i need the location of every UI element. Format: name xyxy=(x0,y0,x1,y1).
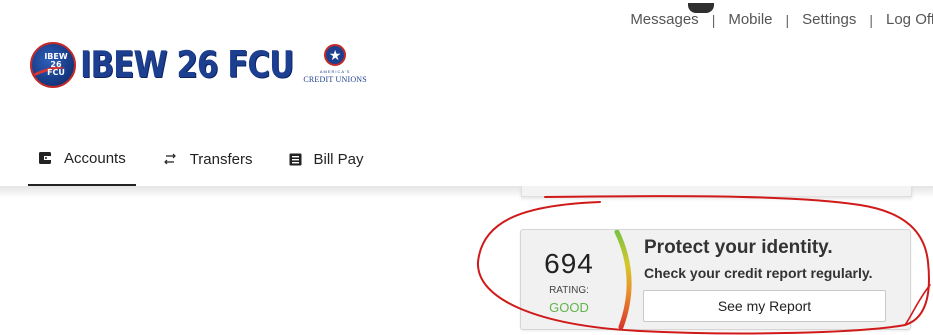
link-separator: | xyxy=(711,11,716,28)
arrows-icon xyxy=(162,153,178,165)
utility-links: Messages | Mobile | Settings | Log Off xyxy=(630,3,933,28)
logoff-link[interactable]: Log Off xyxy=(886,11,933,28)
page: Messages | Mobile | Settings | Log Off I… xyxy=(0,0,933,335)
logo-wordmark: IBEW 26 FCU xyxy=(80,43,294,87)
brand-logo[interactable]: IBEW 26 FCU IBEW 26 FCU ★ AMERICA'S CRED… xyxy=(30,42,367,88)
tab-label: Bill Pay xyxy=(313,150,364,168)
logo-seal-icon: IBEW 26 FCU xyxy=(30,42,76,88)
star-icon: ★ xyxy=(324,44,347,66)
tab-accounts[interactable]: Accounts xyxy=(28,140,136,186)
main-nav: Accounts Transfers Bill Pay xyxy=(28,140,390,186)
tab-label: Transfers xyxy=(189,150,253,168)
tab-label: Accounts xyxy=(64,149,126,167)
cu-text: CREDIT UNIONS xyxy=(303,75,367,84)
score-block: 694 RATING: GOOD xyxy=(521,230,633,329)
link-separator: | xyxy=(785,11,790,28)
settings-link[interactable]: Settings xyxy=(802,11,856,28)
link-separator: | xyxy=(869,11,873,28)
rating-value: GOOD xyxy=(549,300,589,315)
mobile-link[interactable]: Mobile xyxy=(728,11,772,28)
credit-unions-mark: ★ AMERICA'S CREDIT UNIONS xyxy=(303,44,367,84)
previous-card-edge xyxy=(521,186,912,197)
messages-link[interactable]: Messages xyxy=(630,3,715,28)
seal-text: IBEW 26 FCU xyxy=(44,53,67,77)
tab-transfers[interactable]: Transfers xyxy=(152,140,263,178)
messages-link-label: Messages xyxy=(630,11,699,28)
rating-label: RATING: xyxy=(549,285,589,296)
seal-text-line: FCU xyxy=(47,68,65,77)
credit-score-value: 694 xyxy=(544,248,594,279)
cu-americas-text: AMERICA'S xyxy=(319,69,351,74)
messages-badge xyxy=(688,3,715,13)
credit-score-card: 694 RATING: GOOD Protect your identity. … xyxy=(520,229,911,330)
bill-icon xyxy=(289,153,302,166)
see-report-button[interactable]: See my Report xyxy=(643,290,886,322)
tab-bill-pay[interactable]: Bill Pay xyxy=(279,140,374,178)
card-title: Protect your identity. xyxy=(644,237,833,258)
card-subtitle: Check your credit report regularly. xyxy=(644,265,873,281)
wallet-icon xyxy=(38,151,52,165)
